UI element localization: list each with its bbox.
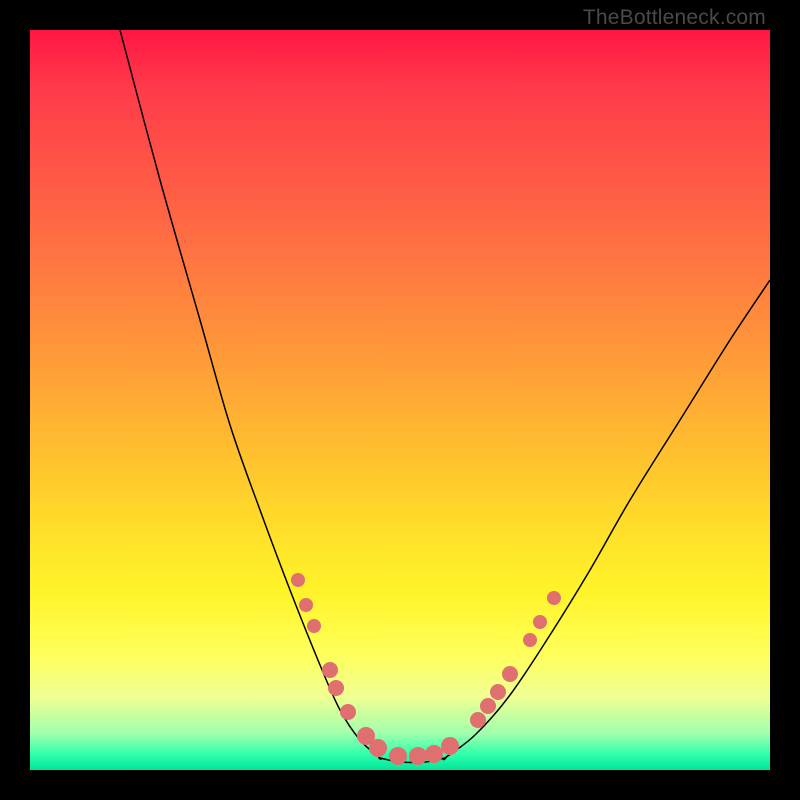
data-marker [425, 745, 443, 763]
data-marker [547, 591, 561, 605]
data-marker [389, 747, 407, 765]
data-marker [369, 739, 387, 757]
watermark-text: TheBottleneck.com [583, 6, 766, 30]
data-marker [502, 666, 518, 682]
data-marker [470, 712, 486, 728]
data-marker [490, 684, 506, 700]
data-marker [307, 619, 321, 633]
data-marker [409, 747, 427, 765]
data-marker [533, 615, 547, 629]
data-marker [441, 737, 459, 755]
data-marker [299, 598, 313, 612]
data-marker [328, 680, 344, 696]
data-marker [322, 662, 338, 678]
data-marker [523, 633, 537, 647]
data-marker [291, 573, 305, 587]
data-marker [340, 704, 356, 720]
data-marker [480, 698, 496, 714]
